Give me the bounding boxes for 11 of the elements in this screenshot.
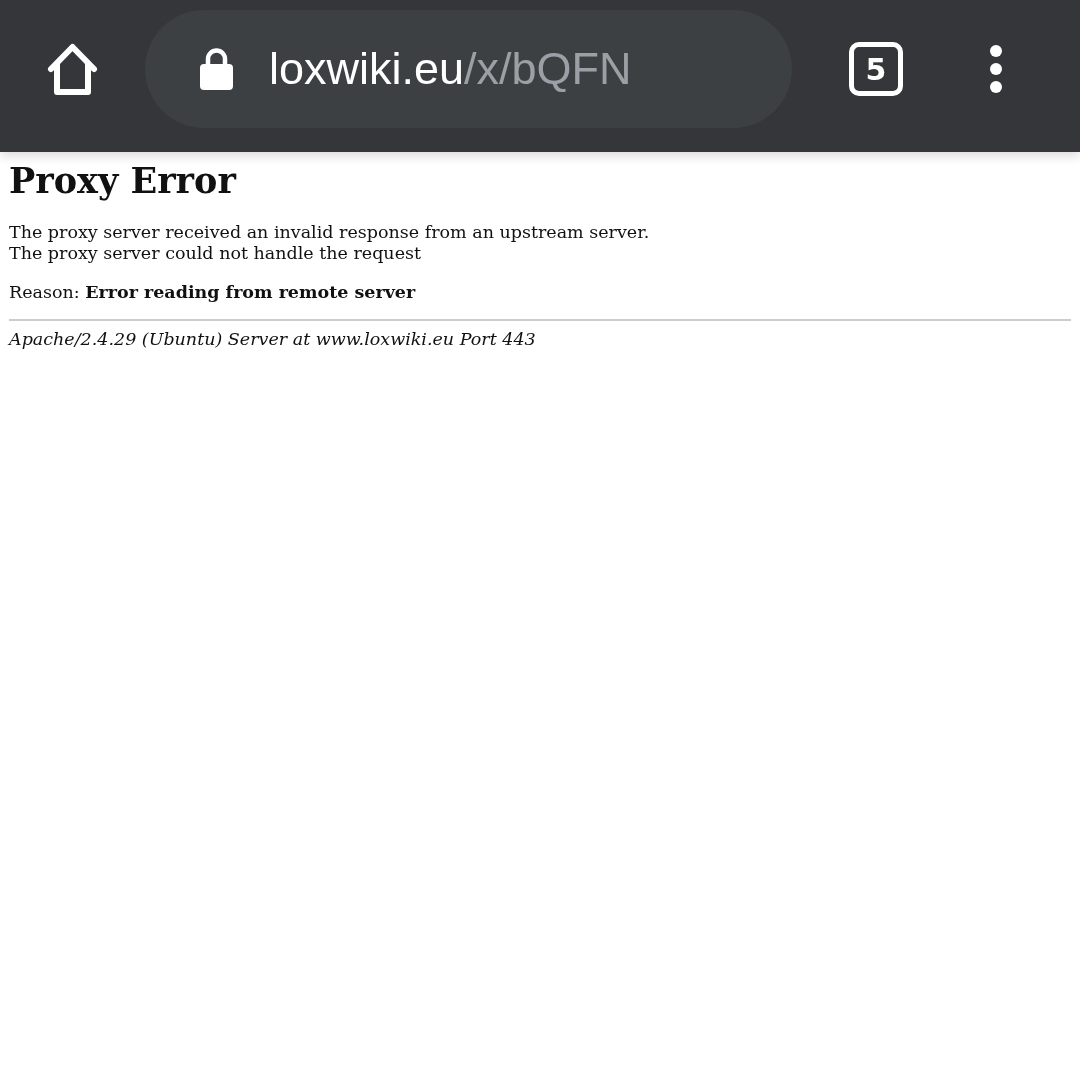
server-signature: Apache/2.4.29 (Ubuntu) Server at www.loxwiki.eu Port 443: [9, 329, 537, 350]
home-icon[interactable]: [45, 41, 100, 97]
error-message: The proxy server received an invalid response from an upstream server.: [9, 222, 651, 243]
url-text: loxwiki.eu/x/bQFN: [269, 43, 632, 95]
error-reason: Reason: Error reading from remote server: [9, 282, 417, 303]
error-message: The proxy server could not handle the request: [9, 243, 422, 264]
tab-count-button[interactable]: 5: [849, 42, 903, 96]
menu-icon[interactable]: [989, 44, 1003, 94]
lock-icon: [200, 48, 233, 90]
address-bar[interactable]: loxwiki.eu/x/bQFN: [145, 10, 792, 128]
page-title: Proxy Error: [9, 160, 238, 202]
